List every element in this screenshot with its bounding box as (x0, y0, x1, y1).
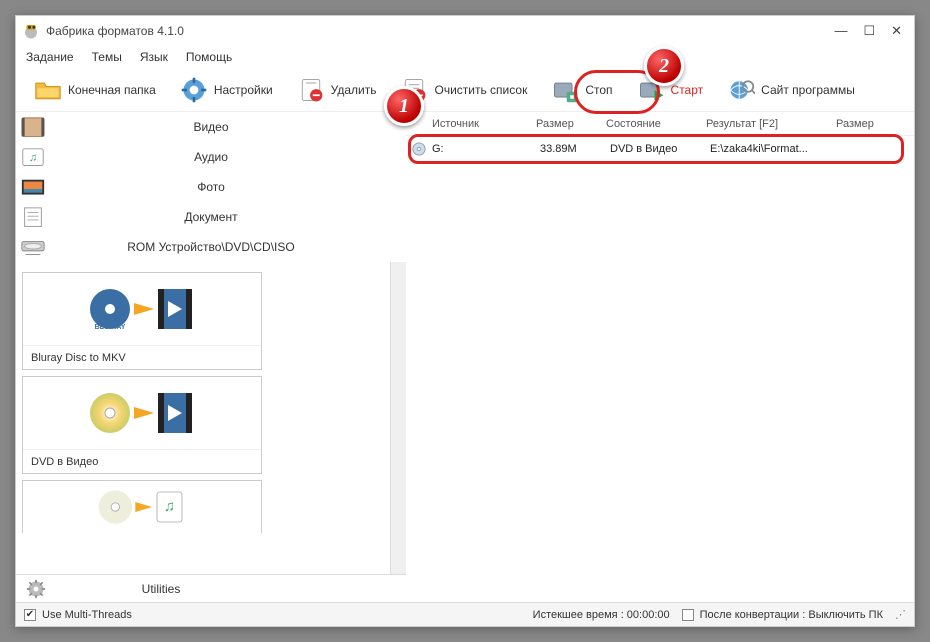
col-rsize[interactable]: Размер (836, 118, 914, 130)
row-size: 33.89M (540, 143, 610, 155)
disc-icon (412, 142, 426, 156)
stop-icon (551, 76, 579, 104)
resize-grip-icon[interactable]: ⋰ (895, 608, 906, 621)
category-rom[interactable]: ROM Устройство\DVD\CD\ISO (16, 232, 406, 262)
shutdown-label: После конвертации : Выключить ПК (700, 609, 883, 621)
gear-icon (180, 76, 208, 104)
delete-label: Удалить (331, 83, 377, 97)
task-list: Источник Размер Состояние Результат [F2]… (406, 112, 914, 602)
preset-thumb: BLU·RAY (23, 273, 261, 345)
annotation-badge-2: 2 (644, 46, 684, 86)
shutdown-checkbox[interactable] (682, 609, 694, 621)
start-label: Старт (671, 83, 704, 97)
row-state: DVD в Видео (610, 143, 710, 155)
output-folder-label: Конечная папка (68, 83, 156, 97)
settings-label: Настройки (214, 83, 273, 97)
col-source[interactable]: Источник (406, 118, 536, 130)
menu-language[interactable]: Язык (140, 50, 168, 64)
category-audio[interactable]: ♫ Аудио (16, 142, 406, 172)
utilities-bar[interactable]: Utilities (16, 574, 406, 602)
category-document[interactable]: Документ (16, 202, 406, 232)
stop-label: Стоп (585, 83, 612, 97)
site-button[interactable]: Сайт программы (719, 72, 863, 108)
category-rom-label: ROM Устройство\DVD\CD\ISO (56, 240, 406, 254)
utilities-icon (26, 579, 46, 599)
window-controls: — ☐ ✕ (834, 23, 908, 39)
category-photo-label: Фото (56, 180, 406, 194)
category-video[interactable]: Видео (16, 112, 406, 142)
close-button[interactable]: ✕ (891, 23, 902, 39)
presets-list: BLU·RAY Bluray Disc to MKV DVD в Видео ♫ (16, 262, 390, 574)
elapsed-time: Истекшее время : 00:00:00 (533, 609, 670, 621)
row-result: E:\zaka4ki\Format... (710, 143, 840, 155)
col-result[interactable]: Результат [F2] (706, 118, 836, 130)
delete-button[interactable]: Удалить (289, 72, 385, 108)
utilities-label: Utilities (66, 582, 396, 596)
presets-scrollbar[interactable] (390, 262, 406, 574)
preset-caption: DVD в Видео (23, 449, 261, 473)
sidebar: Видео ♫ Аудио Фото Документ ROM Устройст… (16, 112, 406, 602)
body: Видео ♫ Аудио Фото Документ ROM Устройст… (16, 112, 914, 602)
site-label: Сайт программы (761, 83, 855, 97)
disc-drive-icon (20, 236, 46, 258)
preset-thumb: ♫ (23, 481, 261, 533)
col-size[interactable]: Размер (536, 118, 606, 130)
preset-dvd-video[interactable]: DVD в Видео (22, 376, 262, 474)
audio-icon: ♫ (20, 146, 46, 168)
app-window: Фабрика форматов 4.1.0 — ☐ ✕ Задание Тем… (15, 15, 915, 627)
multithread-checkbox[interactable]: ✔ (24, 609, 36, 621)
category-audio-label: Аудио (56, 150, 406, 164)
toolbar: Конечная папка Настройки Удалить Очистит… (16, 68, 914, 112)
statusbar: ✔ Use Multi-Threads Истекшее время : 00:… (16, 602, 914, 626)
svg-text:BLU·RAY: BLU·RAY (95, 324, 126, 331)
category-document-label: Документ (56, 210, 406, 224)
menu-task[interactable]: Задание (26, 50, 74, 64)
stop-button[interactable]: Стоп (543, 72, 620, 108)
list-header: Источник Размер Состояние Результат [F2]… (406, 112, 914, 136)
svg-text:♫: ♫ (164, 498, 175, 515)
category-photo[interactable]: Фото (16, 172, 406, 202)
annotation-badge-1: 1 (384, 86, 424, 126)
preset-thumb (23, 377, 261, 449)
document-icon (20, 206, 46, 228)
menu-help[interactable]: Помощь (186, 50, 232, 64)
photo-icon (20, 176, 46, 198)
titlebar: Фабрика форматов 4.1.0 — ☐ ✕ (16, 16, 914, 46)
maximize-button[interactable]: ☐ (863, 23, 875, 39)
task-row[interactable]: G: 33.89M DVD в Видео E:\zaka4ki\Format.… (406, 136, 914, 162)
row-source: G: (432, 143, 540, 155)
app-icon (22, 22, 40, 40)
globe-icon (727, 76, 755, 104)
settings-button[interactable]: Настройки (172, 72, 281, 108)
clear-label: Очистить список (434, 83, 527, 97)
category-video-label: Видео (56, 120, 406, 134)
multithread-label: Use Multi-Threads (42, 609, 132, 621)
menubar: Задание Темы Язык Помощь (16, 46, 914, 68)
output-folder-button[interactable]: Конечная папка (26, 72, 164, 108)
video-icon (20, 116, 46, 138)
minimize-button[interactable]: — (834, 23, 847, 39)
menu-themes[interactable]: Темы (92, 50, 122, 64)
preset-dvd-audio[interactable]: ♫ (22, 480, 262, 533)
preset-caption: Bluray Disc to MKV (23, 345, 261, 369)
preset-bluray-mkv[interactable]: BLU·RAY Bluray Disc to MKV (22, 272, 262, 370)
delete-icon (297, 76, 325, 104)
folder-icon (34, 76, 62, 104)
svg-text:♫: ♫ (29, 152, 37, 164)
col-state[interactable]: Состояние (606, 118, 706, 130)
window-title: Фабрика форматов 4.1.0 (46, 24, 834, 38)
